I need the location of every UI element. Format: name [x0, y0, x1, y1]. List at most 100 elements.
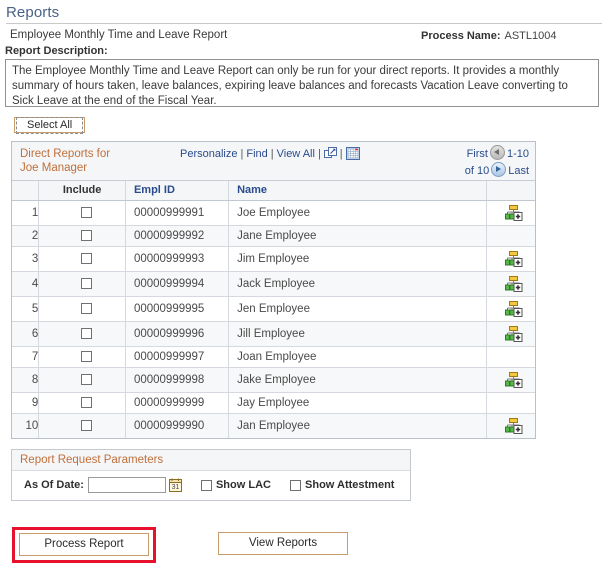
- cell-empl-id: 00000999994: [125, 272, 228, 297]
- previous-page-arrow-icon[interactable]: [490, 145, 505, 160]
- table-row: 200000999992Jane Employee: [12, 226, 535, 247]
- find-link[interactable]: Find: [246, 148, 267, 160]
- personalize-link[interactable]: Personalize: [180, 148, 237, 160]
- process-name-row: Process Name:ASTL1004: [421, 30, 556, 42]
- cell-row-number: 5: [12, 297, 39, 322]
- cell-action: [486, 414, 535, 439]
- table-body: 100000999991Joe Employee200000999992Jane…: [12, 201, 535, 439]
- org-chart-icon[interactable]: [505, 276, 524, 292]
- cell-action: [486, 272, 535, 297]
- cell-action: [486, 201, 535, 226]
- org-chart-icon[interactable]: [505, 251, 524, 267]
- include-checkbox[interactable]: [81, 278, 92, 289]
- include-checkbox[interactable]: [81, 374, 92, 385]
- table-row: 700000999997Joan Employee: [12, 347, 535, 368]
- cell-empl-id: 00000999998: [125, 368, 228, 393]
- cell-empl-id: 00000999996: [125, 322, 228, 347]
- first-link[interactable]: First: [467, 148, 488, 160]
- column-header-empl-id[interactable]: Empl ID: [125, 181, 228, 201]
- bottom-action-bar: Process Report View Reports: [0, 527, 606, 572]
- include-checkbox[interactable]: [81, 303, 92, 314]
- cell-name: Jan Employee: [229, 414, 487, 439]
- process-report-button[interactable]: Process Report: [19, 533, 149, 556]
- include-checkbox[interactable]: [81, 253, 92, 264]
- grid-title: Direct Reports for Joe Manager: [20, 147, 170, 175]
- direct-reports-table: Include Empl ID Name 100000999991Joe Emp…: [12, 181, 535, 438]
- table-row: 800000999998Jake Employee: [12, 368, 535, 393]
- report-description-text: The Employee Monthly Time and Leave Repo…: [5, 59, 599, 107]
- org-chart-icon[interactable]: [505, 372, 524, 388]
- cell-include: [39, 347, 126, 368]
- download-to-excel-icon[interactable]: [346, 147, 360, 160]
- show-attestment-label: Show Attestment: [305, 479, 394, 491]
- grid-links: Personalize|Find|View All||: [180, 147, 360, 160]
- table-row: 400000999994Jack Employee: [12, 272, 535, 297]
- cell-empl-id: 00000999992: [125, 226, 228, 247]
- cell-include: [39, 414, 126, 439]
- cell-include: [39, 272, 126, 297]
- as-of-date-input[interactable]: [88, 477, 166, 493]
- next-page-arrow-icon[interactable]: [491, 162, 506, 177]
- org-chart-icon[interactable]: [505, 326, 524, 342]
- cell-action: [486, 368, 535, 393]
- link-separator-1: |: [240, 148, 243, 160]
- table-row: 500000999995Jen Employee: [12, 297, 535, 322]
- as-of-date-label: As Of Date:: [24, 479, 84, 491]
- view-reports-button[interactable]: View Reports: [218, 532, 348, 555]
- cell-row-number: 6: [12, 322, 39, 347]
- column-header-name[interactable]: Name: [229, 181, 487, 201]
- org-chart-icon[interactable]: [505, 301, 524, 317]
- grid-header: Direct Reports for Joe Manager Personali…: [12, 142, 535, 181]
- cell-empl-id: 00000999995: [125, 297, 228, 322]
- select-all-container: Select All: [0, 107, 606, 133]
- include-checkbox[interactable]: [81, 230, 92, 241]
- view-reports-container: View Reports: [218, 532, 348, 555]
- svg-text:31: 31: [172, 484, 180, 491]
- cell-empl-id: 00000999991: [125, 201, 228, 226]
- new-window-icon[interactable]: [324, 147, 337, 159]
- column-header-row-number: [12, 181, 39, 201]
- cell-row-number: 10: [12, 414, 39, 439]
- show-attestment-checkbox[interactable]: [290, 480, 301, 491]
- include-checkbox[interactable]: [81, 420, 92, 431]
- org-chart-icon[interactable]: [505, 205, 524, 221]
- row-total-label: of 10: [465, 165, 489, 177]
- cell-name: Joan Employee: [229, 347, 487, 368]
- cell-action: [486, 247, 535, 272]
- show-lac-label: Show LAC: [216, 479, 271, 491]
- last-link[interactable]: Last: [508, 165, 529, 177]
- cell-action: [486, 393, 535, 414]
- include-checkbox[interactable]: [81, 397, 92, 408]
- cell-action: [486, 347, 535, 368]
- cell-row-number: 4: [12, 272, 39, 297]
- table-row: 300000999993Jim Employee: [12, 247, 535, 272]
- grid-title-line2: Joe Manager: [20, 162, 87, 174]
- table-row: 100000999991Joe Employee: [12, 201, 535, 226]
- column-header-include: Include: [39, 181, 126, 201]
- include-checkbox[interactable]: [81, 351, 92, 362]
- view-all-link[interactable]: View All: [277, 148, 315, 160]
- include-checkbox[interactable]: [81, 328, 92, 339]
- report-description-label: Report Description:: [0, 41, 606, 59]
- org-chart-icon[interactable]: [505, 418, 524, 434]
- include-checkbox[interactable]: [81, 207, 92, 218]
- process-name-value: ASTL1004: [505, 30, 557, 42]
- cell-row-number: 3: [12, 247, 39, 272]
- report-request-parameters-panel: Report Request Parameters As Of Date:31 …: [11, 449, 411, 501]
- cell-row-number: 7: [12, 347, 39, 368]
- grid-title-line1: Direct Reports for: [20, 148, 110, 160]
- link-separator-4: |: [340, 148, 343, 160]
- cell-name: Jay Employee: [229, 393, 487, 414]
- grid-pagination: First 1-10 of 10 Last: [409, 145, 529, 179]
- show-lac-checkbox[interactable]: [201, 480, 212, 491]
- calendar-icon[interactable]: 31: [169, 478, 182, 492]
- cell-include: [39, 322, 126, 347]
- cell-action: [486, 297, 535, 322]
- row-range-label: 1-10: [507, 148, 529, 160]
- cell-include: [39, 297, 126, 322]
- select-all-button[interactable]: Select All: [14, 117, 85, 133]
- cell-action: [486, 322, 535, 347]
- page-title: Reports: [0, 0, 606, 23]
- select-all-button-label: Select All: [16, 117, 83, 134]
- table-row: 1000000999990Jan Employee: [12, 414, 535, 439]
